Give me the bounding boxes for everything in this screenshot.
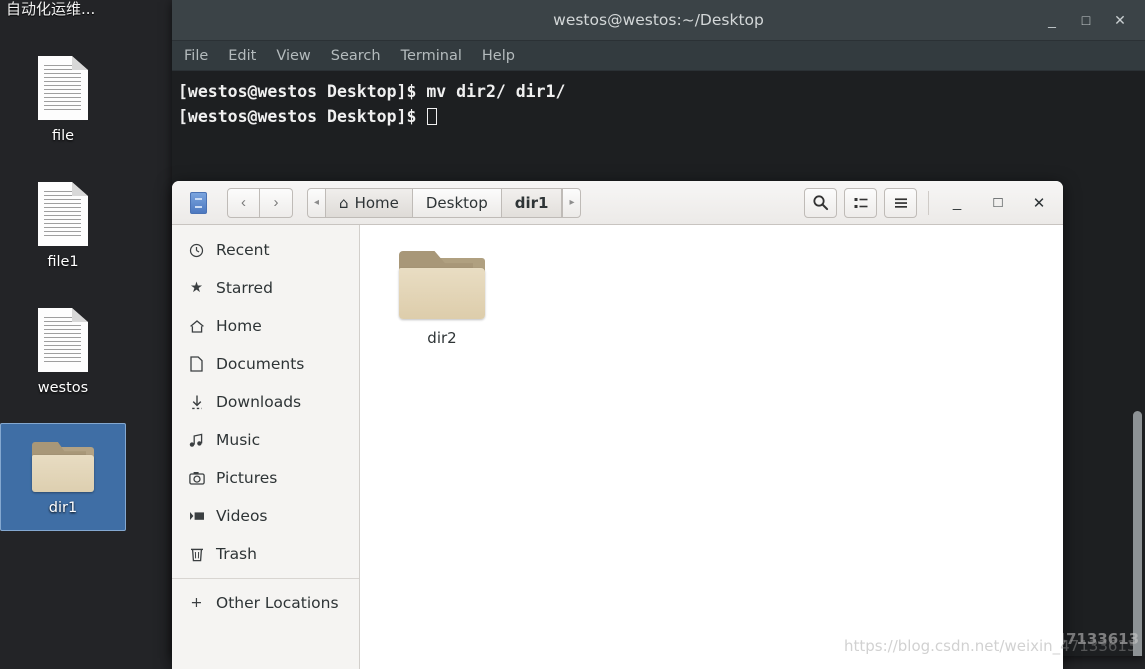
document-icon: [188, 356, 205, 372]
desktop-icon-westos[interactable]: westos: [0, 298, 126, 406]
terminal-line: [westos@westos Desktop]$ mv dir2/ dir1/: [178, 82, 566, 101]
sidebar-item-home[interactable]: Home: [172, 307, 359, 345]
terminal-prompt-text: [westos@westos Desktop]$: [178, 107, 427, 126]
terminal-scrollbar[interactable]: [1133, 411, 1142, 656]
breadcrumb-label: Home: [354, 193, 399, 212]
breadcrumb-item-dir1[interactable]: dir1: [501, 187, 563, 218]
sidebar-item-label: Music: [216, 431, 261, 449]
search-icon[interactable]: [804, 187, 837, 218]
sidebar-item-trash[interactable]: Trash: [172, 535, 359, 573]
sidebar-divider: [172, 578, 359, 579]
file-manager-minimize-button[interactable]: _: [940, 188, 974, 218]
music-icon: [188, 433, 205, 448]
sidebar-item-documents[interactable]: Documents: [172, 345, 359, 383]
terminal-prompt-line: [westos@westos Desktop]$: [178, 104, 1145, 129]
navigation-buttons: ‹ ›: [227, 187, 293, 218]
terminal-menu-help[interactable]: Help: [482, 48, 515, 64]
forward-button[interactable]: ›: [260, 187, 293, 218]
file-list-area[interactable]: dir2: [360, 225, 1063, 669]
terminal-menu-file[interactable]: File: [184, 48, 208, 64]
home-icon: [188, 319, 205, 334]
plus-icon: +: [190, 595, 203, 611]
terminal-minimize-button[interactable]: _: [1035, 6, 1069, 34]
breadcrumb-scroll-right[interactable]: ▸: [562, 187, 582, 218]
sidebar-item-label: Videos: [216, 507, 268, 525]
search-glyph: [813, 195, 829, 211]
file-manager-content: Recent ★ Starred Home Documents Download…: [172, 225, 1063, 669]
trash-icon: [188, 546, 205, 562]
breadcrumb-item-home[interactable]: ⌂ Home: [326, 187, 413, 218]
sidebar-item-other-locations[interactable]: + Other Locations: [172, 584, 359, 622]
document-icon: [38, 308, 88, 372]
desktop-top-label: 自动化运维...: [6, 0, 96, 18]
terminal-window-controls: _ □ ✕: [1035, 6, 1145, 34]
sidebar-item-label: Downloads: [216, 393, 302, 411]
sidebar-item-recent[interactable]: Recent: [172, 231, 359, 269]
view-list-icon[interactable]: [844, 187, 877, 218]
sidebar-item-label: Home: [216, 317, 262, 335]
sidebar-item-videos[interactable]: Videos: [172, 497, 359, 535]
sidebar-item-label: Recent: [216, 241, 270, 259]
sidebar-item-label: Documents: [216, 355, 305, 373]
document-icon: [38, 56, 88, 120]
desktop-icon-file1[interactable]: file1: [0, 172, 126, 280]
back-button[interactable]: ‹: [227, 187, 260, 218]
sidebar-item-pictures[interactable]: Pictures: [172, 459, 359, 497]
menu-icon[interactable]: [884, 187, 917, 218]
terminal-maximize-button[interactable]: □: [1069, 6, 1103, 34]
sidebar-item-label: Trash: [216, 545, 257, 563]
sidebar-item-starred[interactable]: ★ Starred: [172, 269, 359, 307]
file-manager-maximize-button[interactable]: □: [981, 188, 1015, 218]
terminal-cursor: [427, 108, 438, 125]
video-icon: [188, 510, 205, 522]
file-manager-close-button[interactable]: ✕: [1022, 188, 1056, 218]
breadcrumb-scroll-left[interactable]: ◂: [307, 187, 327, 218]
terminal-menubar: File Edit View Search Terminal Help: [172, 41, 1145, 71]
terminal-menu-edit[interactable]: Edit: [228, 48, 256, 64]
terminal-menu-search[interactable]: Search: [331, 48, 381, 64]
file-item-dir2[interactable]: dir2: [388, 247, 496, 347]
desktop-icon-label: file: [51, 128, 75, 144]
terminal-title: westos@westos:~/Desktop: [553, 11, 764, 29]
headerbar-right-controls: _ □ ✕: [804, 187, 1056, 218]
file-item-label: dir2: [427, 329, 457, 347]
sidebar-item-label: Other Locations: [216, 594, 339, 612]
watermark-text-overlay: https://blog.csdn.net/weixin_47133613: [844, 637, 1137, 655]
desktop-icon-label: dir1: [48, 500, 78, 516]
desktop-icon-label: westos: [37, 380, 89, 396]
star-icon: ★: [190, 280, 203, 296]
terminal-menu-view[interactable]: View: [276, 48, 310, 64]
sidebar-item-label: Starred: [216, 279, 273, 297]
terminal-menu-terminal[interactable]: Terminal: [401, 48, 462, 64]
breadcrumb: ◂ ⌂ Home Desktop dir1 ▸: [307, 187, 582, 218]
desktop-icon-label: file1: [47, 254, 79, 270]
desktop-icon-dir1[interactable]: dir1: [0, 423, 126, 531]
sidebar-item-label: Pictures: [216, 469, 278, 487]
document-icon: [38, 182, 88, 246]
file-manager-window: ‹ › ◂ ⌂ Home Desktop dir1 ▸ _ □ ✕ Recent…: [172, 181, 1063, 669]
clock-icon: [188, 243, 205, 258]
home-icon: ⌂: [339, 193, 349, 212]
file-manager-headerbar: ‹ › ◂ ⌂ Home Desktop dir1 ▸ _ □ ✕: [172, 181, 1063, 225]
desktop-icon-file[interactable]: file: [0, 46, 126, 154]
breadcrumb-item-desktop[interactable]: Desktop: [412, 187, 502, 218]
download-icon: [188, 394, 205, 410]
folder-icon: [32, 442, 94, 492]
sidebar: Recent ★ Starred Home Documents Download…: [172, 225, 360, 669]
terminal-close-button[interactable]: ✕: [1103, 6, 1137, 34]
header-separator: [928, 190, 929, 215]
view-list-glyph: [854, 197, 867, 208]
camera-icon: [188, 471, 205, 485]
terminal-titlebar[interactable]: westos@westos:~/Desktop _ □ ✕: [172, 0, 1145, 41]
sidebar-item-music[interactable]: Music: [172, 421, 359, 459]
hamburger-glyph: [894, 197, 907, 208]
file-cabinet-icon: [190, 191, 207, 214]
folder-icon: [399, 251, 485, 319]
sidebar-item-downloads[interactable]: Downloads: [172, 383, 359, 421]
